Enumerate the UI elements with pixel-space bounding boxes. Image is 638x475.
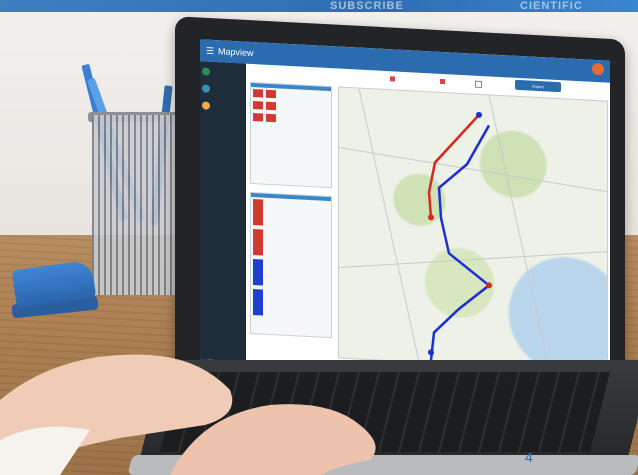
typing-hands [0, 354, 376, 475]
sidebar-item[interactable] [202, 98, 244, 114]
road [488, 95, 550, 369]
vehicle-color-block [253, 229, 263, 256]
banner-ghost-text-left: SUBSCRIBE [330, 0, 404, 12]
status-swatch [253, 89, 263, 98]
banner-ghost-text-right: CIENTIFIC [520, 0, 583, 12]
selection-panel [250, 81, 332, 189]
vehicle-color-block [253, 199, 263, 226]
toolbar-toggle-landmarks[interactable] [390, 76, 397, 82]
checkbox-icon [440, 79, 445, 85]
top-banner: SUBSCRIBE CIENTIFIC [0, 0, 638, 12]
toolbar-toggle-traffic[interactable] [475, 80, 484, 89]
page-number: 4 [525, 449, 533, 465]
status-swatch [266, 101, 276, 111]
toolbar-toggle-geofence[interactable] [440, 79, 447, 85]
vehicle-color-block [253, 289, 263, 316]
vehicles-icon [202, 84, 210, 93]
vehicle-list-panel [250, 191, 332, 339]
dashboard-icon [202, 67, 210, 76]
table-row[interactable] [251, 257, 331, 291]
sidebar-item[interactable] [202, 81, 244, 97]
sidebar-item[interactable] [202, 64, 244, 80]
table-row[interactable] [251, 227, 331, 261]
status-swatch [253, 113, 263, 122]
checkbox-icon [475, 80, 482, 89]
road [338, 251, 608, 269]
photo-scene: SUBSCRIBE CIENTIFIC ☰ Mapview Export 4 [0, 0, 638, 475]
vehicle-color-block [253, 259, 263, 286]
status-swatch [253, 101, 263, 110]
app-sidebar [200, 61, 246, 362]
status-swatch [266, 89, 276, 99]
map-marker[interactable] [428, 214, 434, 221]
export-button[interactable]: Export [515, 79, 561, 93]
drivers-icon [202, 101, 210, 110]
avatar[interactable] [592, 62, 604, 76]
checkbox-icon [390, 76, 395, 82]
app-title: Mapview [218, 46, 254, 59]
table-row[interactable] [251, 287, 331, 321]
table-row[interactable] [251, 197, 331, 231]
status-swatch [266, 113, 276, 123]
hamburger-menu-icon[interactable]: ☰ [206, 45, 214, 56]
